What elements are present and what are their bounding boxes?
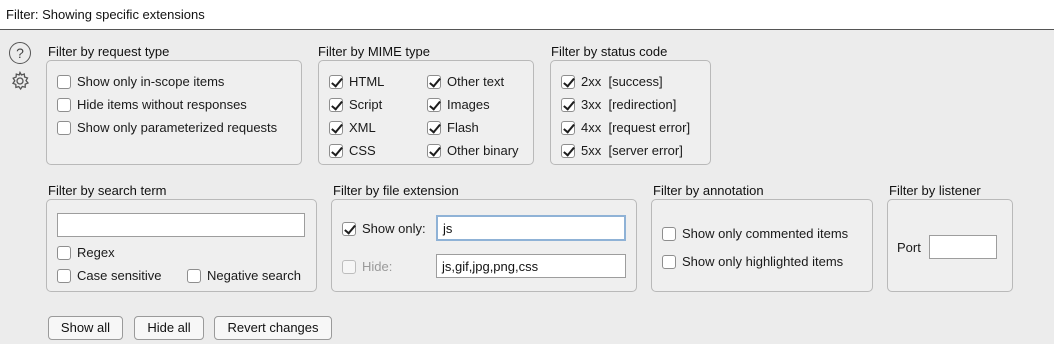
search-term-panel: Regex Case sensitive Negative search <box>46 199 317 292</box>
status-3xx-label: 3xx [redirection] <box>581 97 677 112</box>
mime-css-checkbox[interactable]: CSS <box>329 143 376 158</box>
mime-other-text-checkbox[interactable]: Other text <box>427 74 504 89</box>
checkbox-box[interactable] <box>329 74 343 89</box>
checkbox-box[interactable] <box>329 97 343 112</box>
checkbox-box[interactable] <box>561 143 575 158</box>
show-only-checkbox[interactable]: Show only: <box>342 221 426 236</box>
help-icon[interactable]: ? <box>9 42 31 64</box>
checkbox-box[interactable] <box>342 221 356 236</box>
status-2xx-label: 2xx [success] <box>581 74 663 89</box>
help-symbol: ? <box>16 45 24 61</box>
checkbox-box[interactable] <box>187 268 201 283</box>
mime-other-binary-label: Other binary <box>447 143 519 158</box>
checkbox-box[interactable] <box>329 143 343 158</box>
checkbox-box[interactable] <box>662 254 676 269</box>
mime-xml-checkbox[interactable]: XML <box>329 120 376 135</box>
hide-no-response-label: Hide items without responses <box>77 97 247 112</box>
checkbox-box[interactable] <box>57 120 71 135</box>
parameterized-checkbox[interactable]: Show only parameterized requests <box>57 120 277 135</box>
checkbox-box[interactable] <box>57 245 71 260</box>
listener-title: Filter by listener <box>889 183 981 198</box>
hide-no-response-checkbox[interactable]: Hide items without responses <box>57 97 247 112</box>
port-input[interactable] <box>929 235 997 259</box>
commented-items-checkbox[interactable]: Show only commented items <box>662 226 848 241</box>
show-all-button[interactable]: Show all <box>48 316 123 340</box>
mime-images-checkbox[interactable]: Images <box>427 97 490 112</box>
negative-search-label: Negative search <box>207 268 301 283</box>
case-sensitive-checkbox[interactable]: Case sensitive <box>57 268 162 283</box>
gear-icon[interactable] <box>9 70 31 92</box>
mime-xml-label: XML <box>349 120 376 135</box>
hide-label: Hide: <box>362 259 393 274</box>
search-term-title: Filter by search term <box>48 183 167 198</box>
status-code-panel: 2xx [success] 3xx [redirection] 4xx [req… <box>550 60 711 165</box>
commented-items-label: Show only commented items <box>682 226 849 241</box>
show-only-label: Show only: <box>362 221 426 236</box>
regex-checkbox[interactable]: Regex <box>57 245 115 260</box>
checkbox-box[interactable] <box>342 259 356 274</box>
status-3xx-checkbox[interactable]: 3xx [redirection] <box>561 97 676 112</box>
mime-css-label: CSS <box>349 143 376 158</box>
annotation-panel: Show only commented items Show only high… <box>651 199 873 292</box>
hide-checkbox[interactable]: Hide: <box>342 259 392 274</box>
checkbox-box[interactable] <box>662 226 676 241</box>
request-type-panel: Show only in-scope items Hide items with… <box>46 60 302 165</box>
mime-other-binary-checkbox[interactable]: Other binary <box>427 143 519 158</box>
checkbox-box[interactable] <box>561 74 575 89</box>
file-extension-panel: Show only: js Hide: js,gif,jpg,png,css <box>331 199 637 292</box>
status-2xx-checkbox[interactable]: 2xx [success] <box>561 74 663 89</box>
search-input[interactable] <box>57 213 305 237</box>
highlighted-items-label: Show only highlighted items <box>682 254 844 269</box>
status-5xx-checkbox[interactable]: 5xx [server error] <box>561 143 683 158</box>
hide-all-button[interactable]: Hide all <box>134 316 204 340</box>
port-label: Port <box>897 240 921 255</box>
revert-changes-button[interactable]: Revert changes <box>214 316 332 340</box>
request-type-title: Filter by request type <box>48 44 170 59</box>
mime-images-label: Images <box>447 97 490 112</box>
negative-search-checkbox[interactable]: Negative search <box>187 268 301 283</box>
in-scope-checkbox[interactable]: Show only in-scope items <box>57 74 224 89</box>
checkbox-box[interactable] <box>427 97 441 112</box>
checkbox-box[interactable] <box>561 120 575 135</box>
file-extension-title: Filter by file extension <box>333 183 459 198</box>
mime-type-panel: HTML Script XML CSS Other text Images Fl… <box>318 60 534 165</box>
mime-type-title: Filter by MIME type <box>318 44 430 59</box>
mime-html-checkbox[interactable]: HTML <box>329 74 384 89</box>
in-scope-label: Show only in-scope items <box>77 74 225 89</box>
show-only-extensions-input[interactable]: js <box>436 215 626 241</box>
checkbox-box[interactable] <box>57 97 71 112</box>
checkbox-box[interactable] <box>57 268 71 283</box>
status-4xx-checkbox[interactable]: 4xx [request error] <box>561 120 690 135</box>
highlighted-items-checkbox[interactable]: Show only highlighted items <box>662 254 843 269</box>
annotation-title: Filter by annotation <box>653 183 764 198</box>
checkbox-box[interactable] <box>561 97 575 112</box>
hide-extensions-input[interactable]: js,gif,jpg,png,css <box>436 254 626 278</box>
mime-flash-checkbox[interactable]: Flash <box>427 120 479 135</box>
parameterized-label: Show only parameterized requests <box>77 120 278 135</box>
mime-flash-label: Flash <box>447 120 479 135</box>
case-sensitive-label: Case sensitive <box>77 268 162 283</box>
mime-script-label: Script <box>349 97 383 112</box>
checkbox-box[interactable] <box>427 120 441 135</box>
mime-html-label: HTML <box>349 74 385 89</box>
checkbox-box[interactable] <box>427 143 441 158</box>
status-4xx-label: 4xx [request error] <box>581 120 691 135</box>
checkbox-box[interactable] <box>329 120 343 135</box>
filter-summary: Filter: Showing specific extensions <box>6 7 205 22</box>
checkbox-box[interactable] <box>427 74 441 89</box>
mime-other-text-label: Other text <box>447 74 505 89</box>
status-code-title: Filter by status code <box>551 44 668 59</box>
filter-header[interactable]: Filter: Showing specific extensions <box>0 0 1054 30</box>
regex-label: Regex <box>77 245 115 260</box>
checkbox-box[interactable] <box>57 74 71 89</box>
listener-panel: Port <box>887 199 1013 292</box>
status-5xx-label: 5xx [server error] <box>581 143 683 158</box>
mime-script-checkbox[interactable]: Script <box>329 97 382 112</box>
